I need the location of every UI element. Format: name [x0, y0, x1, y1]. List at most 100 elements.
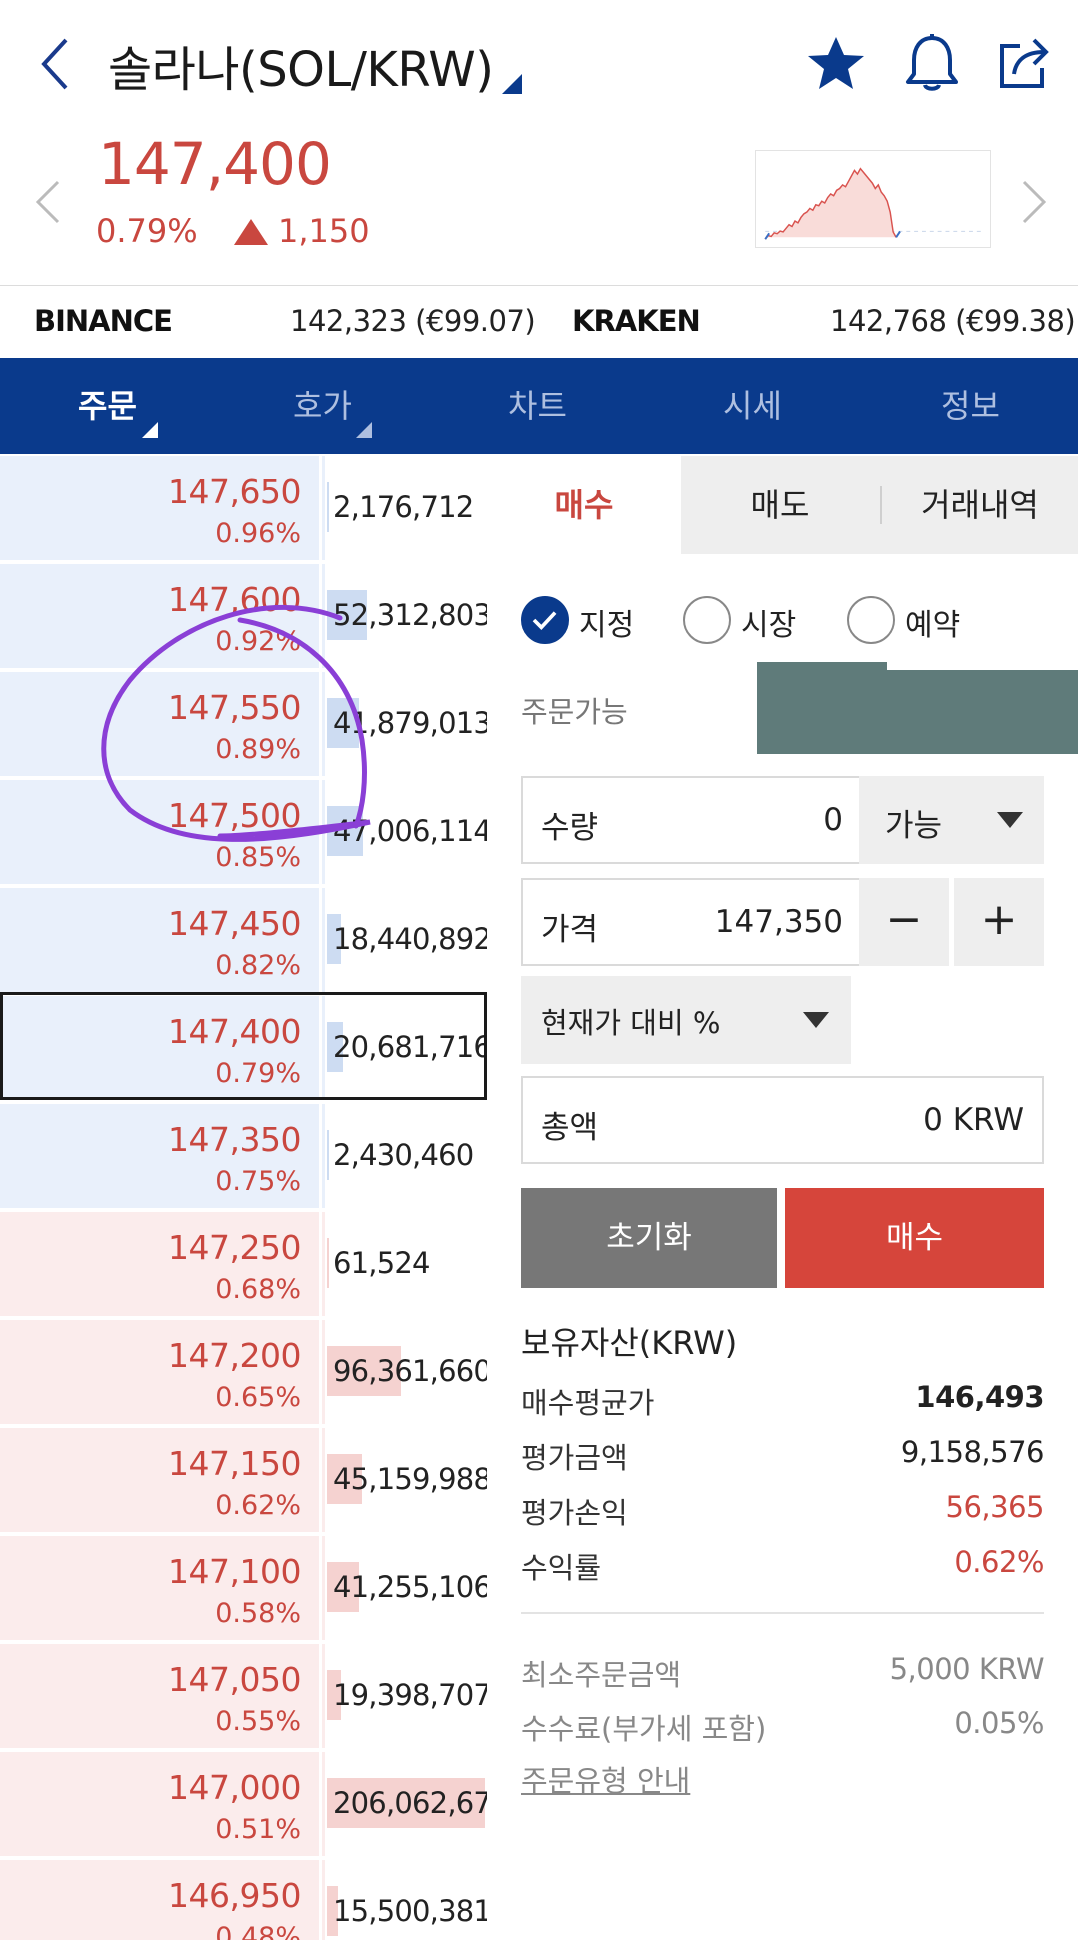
orderbook-volume-cell[interactable]: 206,062,671 — [325, 1752, 510, 1856]
orderbook-price-cell[interactable]: 146,950 0.48% — [0, 1860, 322, 1940]
orderbook-percent: 0.96% — [215, 518, 301, 549]
percent-select[interactable]: 현재가 대비 % — [521, 976, 851, 1064]
holding-label: 평가손익 — [521, 1496, 628, 1530]
orderbook-volume-cell[interactable]: 19,398,707 — [325, 1644, 492, 1748]
buy-button[interactable]: 매수 — [785, 1188, 1044, 1288]
orderbook-volume-cell[interactable]: 41,255,106 — [325, 1536, 492, 1640]
orderbook-volume-cell[interactable]: 20,681,716 — [325, 996, 492, 1100]
orderbook-price-cell[interactable]: 147,400 0.79% — [0, 996, 322, 1100]
total-field[interactable]: 총액 0 KRW — [521, 1076, 1044, 1164]
check-icon — [532, 611, 557, 630]
bid-row[interactable]: 147,250 0.68% 61,524 — [0, 1212, 487, 1318]
orderbook-volume: 61,524 — [333, 1246, 430, 1280]
radio-market[interactable] — [683, 596, 731, 644]
orderbook-price: 147,250 — [168, 1228, 301, 1267]
orderbook-price: 147,150 — [168, 1444, 301, 1483]
bid-row[interactable]: 147,100 0.58% 41,255,106 — [0, 1536, 492, 1642]
page-title[interactable]: 솔라나(SOL/KRW) — [108, 30, 494, 100]
order-info-label: 최소주문금액 — [521, 1658, 682, 1692]
orderbook-price-cell[interactable]: 147,350 0.75% — [0, 1104, 322, 1208]
price-plus-button[interactable]: + — [954, 878, 1044, 966]
star-icon[interactable] — [806, 34, 866, 94]
bid-row[interactable]: 147,050 0.55% 19,398,707 — [0, 1644, 492, 1750]
orderbook-volume: 45,159,988 — [333, 1462, 492, 1496]
orderbook-volume-cell[interactable]: 61,524 — [325, 1212, 487, 1316]
tab-info[interactable]: 정보 — [863, 358, 1078, 454]
ask-row[interactable]: 147,650 0.96% 2,176,712 — [0, 456, 487, 562]
quantity-mode-select[interactable]: 가능 — [859, 776, 1044, 864]
orderbook-volume: 206,062,671 — [333, 1786, 510, 1820]
orderbook-percent: 0.65% — [215, 1382, 301, 1413]
orderbook-volume-cell[interactable]: 15,500,381 — [325, 1860, 492, 1940]
available-label: 주문가능 — [521, 695, 628, 729]
orderbook-volume-cell[interactable]: 2,176,712 — [325, 456, 487, 560]
orderbook-price-cell[interactable]: 147,200 0.65% — [0, 1320, 322, 1424]
app-header: 솔라나(SOL/KRW) — [0, 0, 1078, 135]
reset-button[interactable]: 초기화 — [521, 1188, 777, 1288]
orderbook-price-cell[interactable]: 147,150 0.62% — [0, 1428, 322, 1532]
title-caret-icon[interactable] — [502, 74, 522, 94]
orderbook-price: 147,000 — [168, 1768, 301, 1807]
sparkline-area — [765, 168, 897, 240]
orderbook-price-cell[interactable]: 147,050 0.55% — [0, 1644, 322, 1748]
order-type-options: 지정 시장 예약 — [487, 596, 1078, 646]
orderbook-price: 147,400 — [168, 1012, 301, 1051]
orderbook-price-cell[interactable]: 147,450 0.82% — [0, 888, 322, 992]
radio-limit-label: 지정 — [579, 608, 635, 643]
change-percent: 0.79% — [96, 212, 198, 250]
orderbook-percent: 0.51% — [215, 1814, 301, 1845]
orderbook-volume-cell[interactable]: 2,430,460 — [325, 1104, 487, 1208]
exchange-comparison: BINANCE 142,323 (€99.07) KRAKEN 142,768 … — [0, 286, 1078, 358]
bid-row[interactable]: 146,950 0.48% 15,500,381 — [0, 1860, 492, 1940]
back-icon[interactable] — [36, 36, 76, 92]
prev-coin-icon[interactable] — [36, 180, 60, 224]
price-field[interactable]: 가격 147,350 — [521, 878, 863, 966]
holding-row: 매수평균가 146,493 — [521, 1380, 1044, 1420]
bid-row[interactable]: 147,150 0.62% 45,159,988 — [0, 1428, 492, 1534]
tab-history[interactable]: 거래내역 — [882, 456, 1078, 554]
order-side-tabs: 매수 매도 거래내역 — [487, 456, 1078, 554]
orderbook-price: 147,200 — [168, 1336, 301, 1375]
bell-icon[interactable] — [902, 32, 962, 94]
orderbook-price: 147,350 — [168, 1120, 301, 1159]
tab-buy[interactable]: 매수 — [487, 456, 681, 554]
tab-order[interactable]: 주문 — [0, 358, 215, 454]
holding-value: 9,158,576 — [900, 1435, 1045, 1469]
order-info-row: 최소주문금액 5,000 KRW — [521, 1652, 1045, 1692]
ask-row[interactable]: 147,400 0.79% 20,681,716 — [0, 996, 492, 1102]
orderbook-volume: 2,430,460 — [333, 1138, 474, 1172]
orderbook-price-cell[interactable]: 147,250 0.68% — [0, 1212, 322, 1316]
bid-row[interactable]: 147,200 0.65% 96,361,660 — [0, 1320, 492, 1426]
ask-row[interactable]: 147,350 0.75% 2,430,460 — [0, 1104, 487, 1210]
current-price: 147,400 — [98, 130, 332, 198]
tab-chart[interactable]: 차트 — [430, 358, 645, 454]
order-panel: 매수 매도 거래내역 지정 시장 예약 주문가능 수량 0 가능 가격 147,… — [487, 456, 1078, 1940]
quantity-field[interactable]: 수량 0 — [521, 776, 863, 864]
redacted-available-amount — [757, 662, 1078, 754]
tab-market[interactable]: 시세 — [645, 358, 860, 454]
share-icon[interactable] — [996, 34, 1054, 92]
orderbook-price-cell[interactable]: 147,100 0.58% — [0, 1536, 322, 1640]
orderbook-price-cell[interactable]: 147,000 0.51% — [0, 1752, 322, 1856]
holding-label: 평가금액 — [521, 1441, 628, 1475]
price-value: 147,350 — [714, 904, 843, 940]
ask-row[interactable]: 147,450 0.82% 18,440,892 — [0, 888, 492, 994]
orderbook-price-cell[interactable]: 147,650 0.96% — [0, 456, 322, 560]
order-info-value: 0.05% — [954, 1706, 1044, 1740]
bid-row[interactable]: 147,000 0.51% 206,062,671 — [0, 1752, 510, 1858]
orderbook-percent: 0.82% — [215, 950, 301, 981]
price-sparkline[interactable] — [755, 150, 991, 248]
change-amount: 1,150 — [278, 212, 370, 250]
tab-orderbook[interactable]: 호가 — [215, 358, 430, 454]
tab-sell[interactable]: 매도 — [681, 456, 879, 554]
orderbook-volume-cell[interactable]: 96,361,660 — [325, 1320, 492, 1424]
orderbook-volume-cell[interactable]: 18,440,892 — [325, 888, 492, 992]
radio-reserve[interactable] — [847, 596, 895, 644]
holding-row: 평가손익 56,365 — [521, 1490, 1045, 1530]
orderbook-volume-cell[interactable]: 45,159,988 — [325, 1428, 492, 1532]
next-coin-icon[interactable] — [1022, 180, 1046, 224]
price-minus-button[interactable]: − — [859, 878, 949, 966]
radio-limit[interactable] — [521, 596, 569, 644]
orderbook-volume: 96,361,660 — [333, 1354, 492, 1388]
order-type-guide-link[interactable]: 주문유형 안내 — [521, 1758, 690, 1800]
